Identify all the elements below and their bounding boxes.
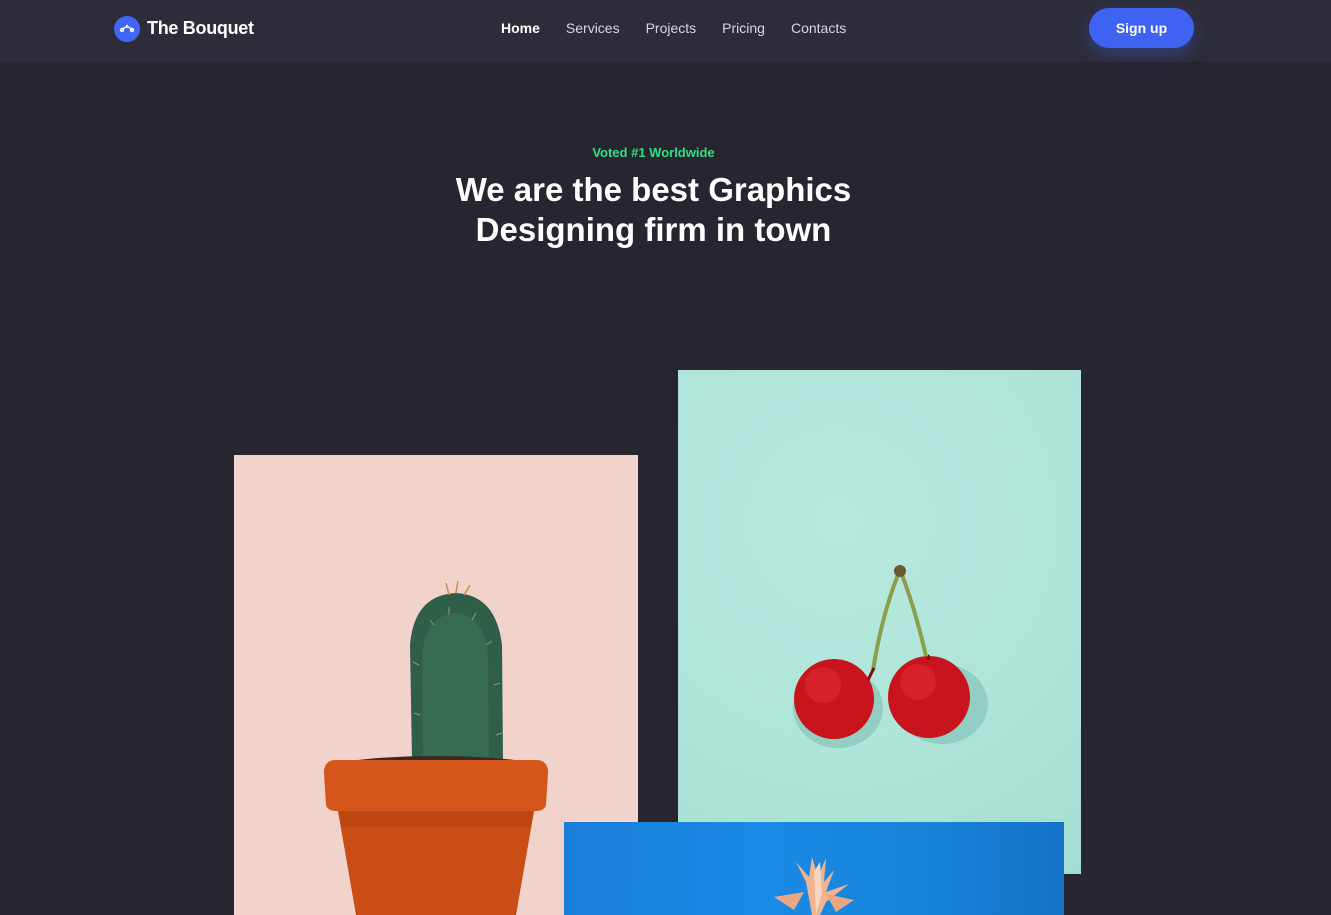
bouquet-logo-icon — [114, 15, 140, 42]
signup-button[interactable]: Sign up — [1089, 8, 1194, 48]
gallery-image-pineapple[interactable] — [564, 822, 1064, 915]
hero-headline-line-2: Designing firm in town — [475, 211, 832, 248]
brand-name: The Bouquet — [147, 18, 254, 38]
top-navbar: The Bouquet Home Services Projects Prici… — [0, 0, 1331, 62]
hero-headline-line-1: We are the best Graphics — [455, 171, 852, 208]
nav-link-home[interactable]: Home — [501, 19, 540, 37]
nav-link-contacts[interactable]: Contacts — [791, 19, 846, 37]
brand-logo[interactable]: The Bouquet — [114, 15, 254, 42]
nav-link-pricing[interactable]: Pricing — [722, 19, 765, 37]
nav-link-projects[interactable]: Projects — [646, 19, 697, 37]
hero-eyebrow: Voted #1 Worldwide — [592, 145, 715, 160]
main-nav: Home Services Projects Pricing Contacts — [501, 19, 872, 37]
gallery-image-cherries[interactable] — [678, 370, 1081, 874]
nav-link-services[interactable]: Services — [566, 19, 620, 37]
hero-headline: We are the best Graphics Designing firm … — [0, 170, 1307, 250]
